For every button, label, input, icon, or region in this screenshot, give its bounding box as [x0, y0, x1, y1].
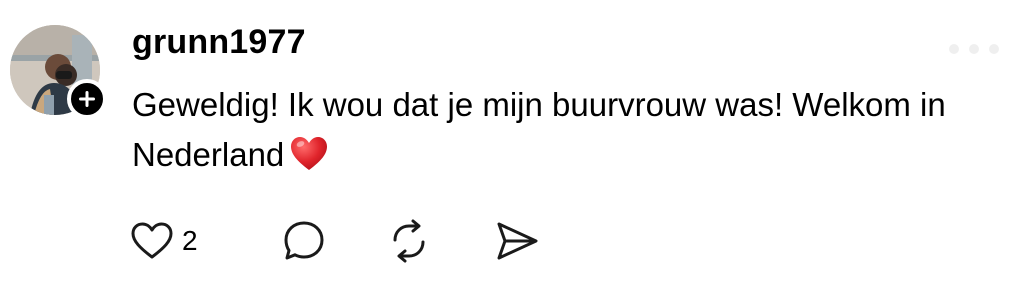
more-options-icon[interactable] — [944, 42, 1004, 56]
comment-text-container: Geweldig! Ik wou dat je mijn buurvrouw w… — [132, 80, 1002, 186]
repost-icon — [393, 219, 425, 263]
follow-button[interactable] — [67, 79, 107, 119]
username[interactable]: grunn1977 — [132, 22, 306, 62]
comment-text: Geweldig! Ik wou dat je mijn buurvrouw w… — [132, 86, 946, 173]
action-bar: 2 — [130, 218, 630, 264]
like-count: 2 — [182, 225, 198, 256]
like-button[interactable]: 2 — [130, 218, 198, 264]
reply-button[interactable] — [282, 218, 326, 264]
avatar-container — [10, 25, 107, 119]
comment-card: grunn1977 Geweldig! Ik wou dat je mijn b… — [0, 0, 1024, 294]
plus-icon — [79, 91, 95, 107]
heart-outline-icon — [131, 222, 173, 259]
send-icon — [497, 222, 538, 260]
speech-bubble-icon — [284, 221, 324, 260]
share-button[interactable] — [494, 218, 540, 264]
repost-button[interactable] — [386, 218, 432, 264]
red-heart-emoji-icon — [290, 136, 328, 186]
